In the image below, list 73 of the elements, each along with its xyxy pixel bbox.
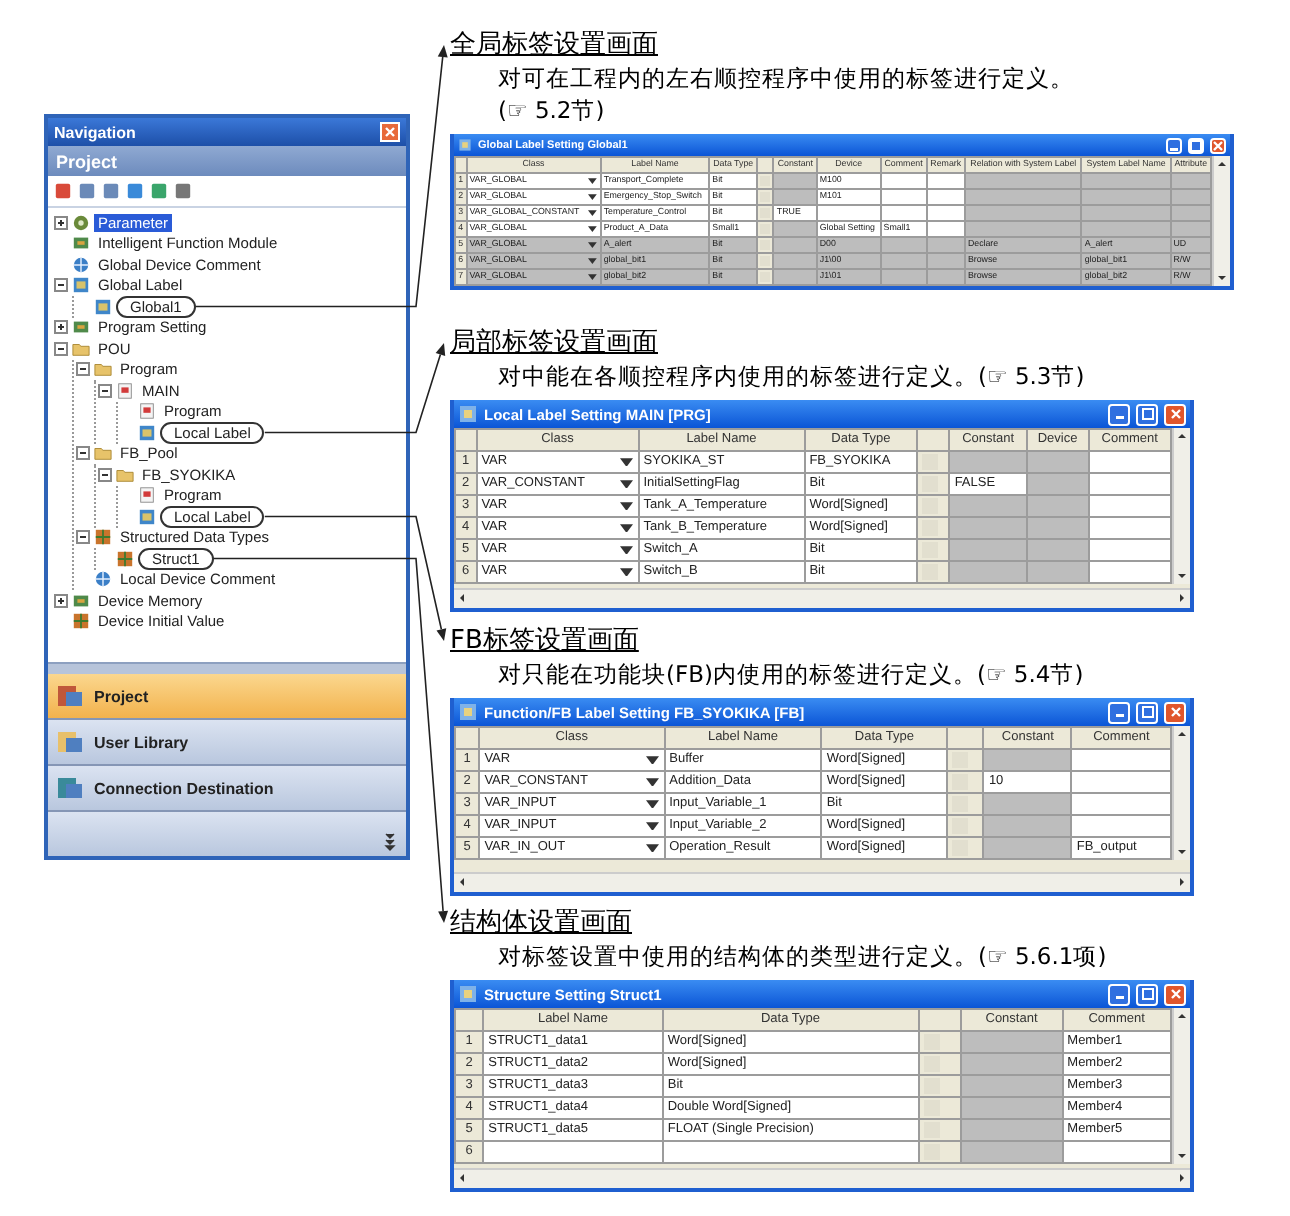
scroll-right-icon[interactable] — [1174, 1170, 1190, 1186]
navigation-tab[interactable]: Connection Destination — [48, 766, 406, 812]
maximize-icon[interactable] — [1141, 988, 1153, 1000]
close-icon[interactable] — [1169, 408, 1181, 420]
tab-icon — [56, 774, 84, 802]
section-heading: 结构体设置画面 — [450, 906, 632, 940]
tag-icon — [138, 507, 156, 526]
maximize-button[interactable] — [1136, 403, 1158, 425]
collapse-icon[interactable] — [76, 446, 90, 461]
scroll-right-icon[interactable] — [1174, 590, 1190, 606]
window-icon — [458, 984, 478, 1004]
section-description: 对可在工程内的左右顺控程序中使用的标签进行定义。 — [498, 62, 1076, 94]
scroll-down-icon[interactable] — [1214, 270, 1230, 286]
globe-icon — [72, 255, 90, 274]
scroll-down-icon[interactable] — [1174, 568, 1190, 584]
expand-icon[interactable] — [54, 593, 68, 608]
minimize-button[interactable] — [1108, 403, 1130, 425]
tag-icon — [138, 423, 156, 442]
close-button[interactable] — [1164, 701, 1186, 723]
vertical-scrollbar[interactable] — [1172, 1008, 1190, 1164]
chevron-icon[interactable] — [384, 832, 396, 852]
maximize-button[interactable] — [1136, 701, 1158, 723]
section-heading: FB标签设置画面 — [450, 624, 639, 658]
vertical-scrollbar[interactable] — [1212, 156, 1230, 286]
scroll-right-icon[interactable] — [1174, 874, 1190, 890]
grid-icon — [116, 549, 134, 568]
close-button[interactable] — [1164, 983, 1186, 1005]
minimize-button[interactable] — [1108, 701, 1130, 723]
tab-icon — [56, 682, 84, 710]
collapse-icon[interactable] — [98, 383, 112, 398]
collapse-icon[interactable] — [76, 362, 90, 377]
maximize-button[interactable] — [1136, 983, 1158, 1005]
window-icon — [458, 702, 478, 722]
grid-icon — [72, 612, 90, 631]
globe-icon — [94, 570, 112, 589]
collapse-icon[interactable] — [76, 530, 90, 545]
horizontal-scrollbar[interactable] — [454, 872, 1190, 892]
vertical-scrollbar[interactable] — [1172, 428, 1190, 584]
document-icon — [138, 486, 156, 505]
collapse-icon[interactable] — [54, 278, 68, 293]
horizontal-scrollbar[interactable] — [454, 1168, 1190, 1188]
navigation-tab[interactable]: Project — [48, 674, 406, 720]
section-description: 对中能在各顺控程序内使用的标签进行定义。(☞ 5.3节) — [498, 360, 1087, 392]
panel-header: Project — [48, 146, 406, 176]
close-icon[interactable] — [1169, 988, 1181, 1000]
close-button[interactable] — [1164, 403, 1186, 425]
close-icon[interactable] — [1169, 706, 1181, 718]
section-reference: (☞ 5.2节) — [498, 94, 607, 126]
window-icon — [458, 138, 472, 152]
chip-icon — [72, 318, 90, 337]
scroll-down-icon[interactable] — [1174, 1148, 1190, 1164]
maximize-icon[interactable] — [1141, 706, 1153, 718]
window-icon — [458, 404, 478, 424]
horizontal-scrollbar[interactable] — [454, 588, 1190, 608]
chip-icon — [72, 234, 90, 253]
collapse-icon[interactable] — [98, 467, 112, 482]
section-heading: 局部标签设置画面 — [450, 326, 658, 360]
vertical-scrollbar[interactable] — [1172, 726, 1190, 860]
minimize-button[interactable] — [1108, 983, 1130, 1005]
chip-icon — [72, 591, 90, 610]
expand-icon[interactable] — [54, 215, 68, 230]
section-description: 对只能在功能块(FB)内使用的标签进行定义。(☞ 5.4节) — [498, 658, 1086, 690]
panel-title: Navigation — [54, 123, 136, 141]
grid-icon — [94, 528, 112, 547]
tab-icon — [56, 728, 84, 756]
collapse-icon[interactable] — [54, 341, 68, 356]
gear-icon — [72, 213, 90, 232]
navigation-tab[interactable]: User Library — [48, 720, 406, 766]
maximize-icon[interactable] — [1141, 408, 1153, 420]
section-heading: 全局标签设置画面 — [450, 28, 658, 62]
expand-icon[interactable] — [54, 320, 68, 335]
scroll-down-icon[interactable] — [1174, 844, 1190, 860]
section-description: 对标签设置中使用的结构体的类型进行定义。(☞ 5.6.1项) — [498, 940, 1109, 972]
